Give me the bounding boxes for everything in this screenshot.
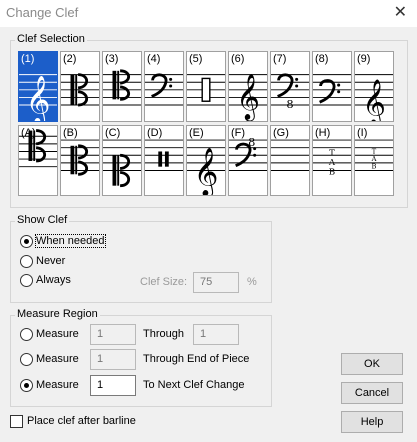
- clef-option-8[interactable]: (8): [312, 51, 352, 122]
- measure-from-input[interactable]: 1: [90, 324, 136, 345]
- clef-option-label: (D): [147, 127, 163, 139]
- treble-clef-glyph: 𝄞: [236, 74, 260, 121]
- measure-next-clef-radio[interactable]: [20, 379, 33, 392]
- clef-option-2[interactable]: (2): [60, 51, 100, 122]
- clef-option-7[interactable]: 8 (7): [270, 51, 310, 122]
- clef-option-label: (3): [105, 53, 119, 65]
- clef-option-F[interactable]: 8 (F): [228, 125, 268, 196]
- clef-option-label: (9): [357, 53, 371, 65]
- place-after-barline-checkbox[interactable]: [10, 415, 23, 428]
- always-label[interactable]: Always: [36, 274, 71, 286]
- clef-option-5[interactable]: (5): [186, 51, 226, 122]
- clef-option-label: (8): [315, 53, 329, 65]
- measure-next-clef-label[interactable]: Measure: [36, 379, 79, 391]
- next-clef-change-label: To Next Clef Change: [143, 379, 245, 391]
- clef-option-label: (I): [357, 127, 368, 139]
- clef-option-3[interactable]: (3): [102, 51, 142, 122]
- when-needed-label[interactable]: When needed: [35, 234, 106, 248]
- clef-selection-legend: Clef Selection: [15, 33, 87, 45]
- clef-option-label: (E): [189, 127, 204, 139]
- place-after-barline-label[interactable]: Place clef after barline: [27, 415, 136, 427]
- tab-t: T: [329, 148, 335, 158]
- percussion-bar-right: [164, 151, 169, 167]
- measure-region-legend: Measure Region: [15, 308, 100, 320]
- treble-clef-glyph: 𝄞: [194, 147, 219, 195]
- clef-option-D[interactable]: (D): [144, 125, 184, 196]
- clef-option-E[interactable]: 𝄞 (E): [186, 125, 226, 196]
- clef-size-unit: %: [247, 276, 257, 288]
- clef-option-A[interactable]: (A): [18, 125, 58, 196]
- measure-through-radio[interactable]: [20, 328, 33, 341]
- clef-option-4[interactable]: (4): [144, 51, 184, 122]
- through-end-label: Through End of Piece: [143, 353, 250, 365]
- clef-option-9[interactable]: 𝄞 (9): [354, 51, 394, 122]
- clef-option-label: (6): [231, 53, 245, 65]
- clef-option-H[interactable]: T A B (H): [312, 125, 352, 196]
- bass-clef-glyph: [151, 73, 173, 98]
- treble-clef-glyph: 𝄞: [362, 79, 386, 121]
- never-label[interactable]: Never: [36, 255, 65, 267]
- clef-option-label: (5): [189, 53, 203, 65]
- clef-option-label: (1): [21, 53, 35, 65]
- show-clef-legend: Show Clef: [15, 214, 70, 226]
- clef-option-1[interactable]: 𝄞 (1): [18, 51, 58, 122]
- octave-mark: 8: [286, 97, 293, 111]
- window-title: Change Clef: [6, 5, 79, 20]
- help-button[interactable]: Help: [341, 411, 403, 433]
- clef-option-label: (A): [21, 127, 36, 139]
- clef-option-label: (C): [105, 127, 121, 139]
- clef-option-G[interactable]: (G): [270, 125, 310, 196]
- percussion-clef-glyph: [201, 77, 211, 102]
- clef-option-label: (G): [273, 127, 289, 139]
- cancel-button[interactable]: Cancel: [341, 382, 403, 404]
- never-radio[interactable]: [20, 255, 33, 268]
- clef-option-6[interactable]: 𝄞 (6): [228, 51, 268, 122]
- close-icon[interactable]: ✕: [394, 2, 407, 22]
- treble-clef-glyph: 𝄞: [26, 75, 51, 121]
- bass-clef-glyph: [319, 79, 341, 104]
- through-label: Through: [143, 328, 184, 340]
- clef-size-input[interactable]: 75: [193, 272, 239, 293]
- clef-option-B[interactable]: (B): [60, 125, 100, 196]
- always-radio[interactable]: [20, 274, 33, 287]
- clef-option-label: (2): [63, 53, 77, 65]
- measure-end-radio[interactable]: [20, 353, 33, 366]
- clef-option-label: (7): [273, 53, 287, 65]
- tab-b: B: [329, 167, 335, 177]
- clef-option-label: (B): [63, 127, 78, 139]
- measure-end-label[interactable]: Measure: [36, 353, 79, 365]
- clef-option-label: (4): [147, 53, 161, 65]
- percussion-bar-left: [158, 151, 163, 167]
- clef-option-C[interactable]: (C): [102, 125, 142, 196]
- measure-next-clef-input[interactable]: 1: [90, 375, 136, 396]
- clef-option-label: (H): [315, 127, 331, 139]
- tab-b: B: [372, 163, 377, 171]
- measure-through-label[interactable]: Measure: [36, 328, 79, 340]
- tab-a: A: [328, 158, 336, 168]
- clef-option-label: (F): [231, 127, 246, 139]
- ok-button[interactable]: OK: [341, 353, 403, 375]
- measure-through-input[interactable]: 1: [193, 324, 239, 345]
- bass-clef-glyph: [277, 73, 299, 98]
- when-needed-radio[interactable]: [20, 235, 33, 248]
- measure-end-input[interactable]: 1: [90, 349, 136, 370]
- clef-option-I[interactable]: T A B (I): [354, 125, 394, 196]
- title-bar: Change Clef ✕: [0, 0, 417, 27]
- clef-size-label: Clef Size:: [140, 276, 188, 288]
